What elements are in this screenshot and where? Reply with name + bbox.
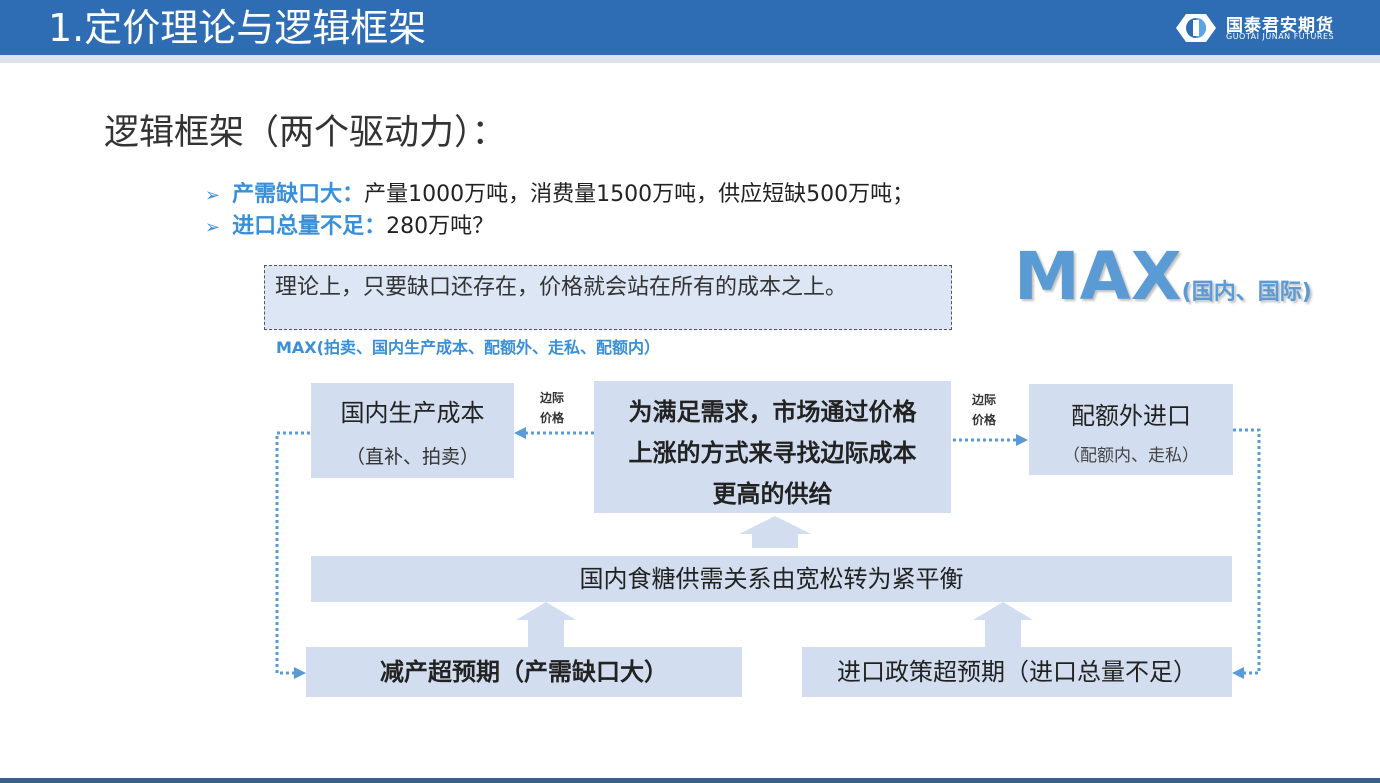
arrow-bullet-icon: ➢ — [205, 217, 221, 238]
balance-text: 国内食糖供需关系由宽松转为紧平衡 — [579, 565, 964, 593]
max-scope: (国内、国际) — [1181, 280, 1312, 305]
reduction-box: 减产超预期（产需缺口大） — [306, 647, 742, 697]
bullet-key: 进口总量不足： — [232, 214, 387, 239]
dotted-arrow-right-head — [1016, 434, 1028, 446]
max-note: MAX(拍卖、国内生产成本、配额外、走私、配额内） — [276, 338, 660, 357]
balance-box: 国内食糖供需关系由宽松转为紧平衡 — [311, 556, 1232, 602]
up-arrow-reduction-to-balance — [516, 602, 576, 647]
max-heading: MAX(国内、国际) — [1014, 238, 1312, 315]
quota-import-title: 配额外进口 — [1071, 402, 1191, 430]
right-loop-line — [1233, 428, 1261, 675]
arrow-bullet-icon: ➢ — [205, 185, 221, 206]
edge-label-right: 边际 价格 — [971, 393, 996, 427]
bullet-text: 280万吨？ — [386, 214, 495, 239]
domestic-cost-sub: （直补、拍卖） — [345, 446, 479, 468]
market-search-box: 为满足需求，市场通过价格 上涨的方式来寻找边际成本 更高的供给 — [594, 381, 951, 513]
domestic-cost-box: 国内生产成本 （直补、拍卖） — [311, 383, 514, 478]
import-policy-box: 进口政策超预期（进口总量不足） — [802, 647, 1232, 697]
quota-import-box: 配额外进口 （配额内、走私） — [1029, 384, 1233, 475]
market-search-text: 为满足需求，市场通过价格 上涨的方式来寻找边际成本 更高的供给 — [628, 397, 917, 508]
page-title: 1.定价理论与逻辑框架 — [48, 6, 427, 50]
right-loop-head — [1232, 667, 1244, 679]
up-arrow-balance-to-market — [739, 516, 811, 548]
domestic-cost-title: 国内生产成本 — [340, 399, 485, 427]
theory-note-box: 理论上，只要缺口还存在，价格就会站在所有的成本之上。 — [264, 265, 952, 330]
bullet-key: 产需缺口大： — [232, 182, 365, 207]
left-loop-head — [294, 667, 306, 679]
reduction-text: 减产超预期（产需缺口大） — [380, 657, 668, 686]
header-bar: 1.定价理论与逻辑框架 国泰君安期货 GUOTAI JUNAN FUTURES — [0, 0, 1380, 55]
edge-label-left: 边际 价格 — [539, 391, 564, 425]
section-title: 逻辑框架（两个驱动力）： — [104, 113, 507, 153]
bullet-text: 产量1000万吨，消费量1500万吨，供应短缺500万吨； — [364, 182, 915, 207]
brand-name-en: GUOTAI JUNAN FUTURES — [1226, 32, 1335, 41]
max-word: MAX — [1014, 238, 1182, 315]
quota-import-sub: （配额内、走私） — [1063, 446, 1199, 466]
bullet-item-import: ➢ 进口总量不足：280万吨？ — [205, 208, 494, 240]
left-loop-line — [275, 431, 310, 675]
bullet-item-gap: ➢ 产需缺口大：产量1000万吨，消费量1500万吨，供应短缺500万吨； — [205, 176, 914, 208]
dotted-arrow-left-head — [514, 427, 526, 439]
brand-mark-icon — [1176, 14, 1216, 42]
brand-logo: 国泰君安期货 GUOTAI JUNAN FUTURES — [1172, 10, 1352, 46]
up-arrow-import-to-balance — [973, 602, 1033, 647]
footer-divider — [0, 778, 1380, 783]
header-divider — [0, 55, 1380, 63]
import-policy-text: 进口政策超预期（进口总量不足） — [837, 658, 1197, 686]
